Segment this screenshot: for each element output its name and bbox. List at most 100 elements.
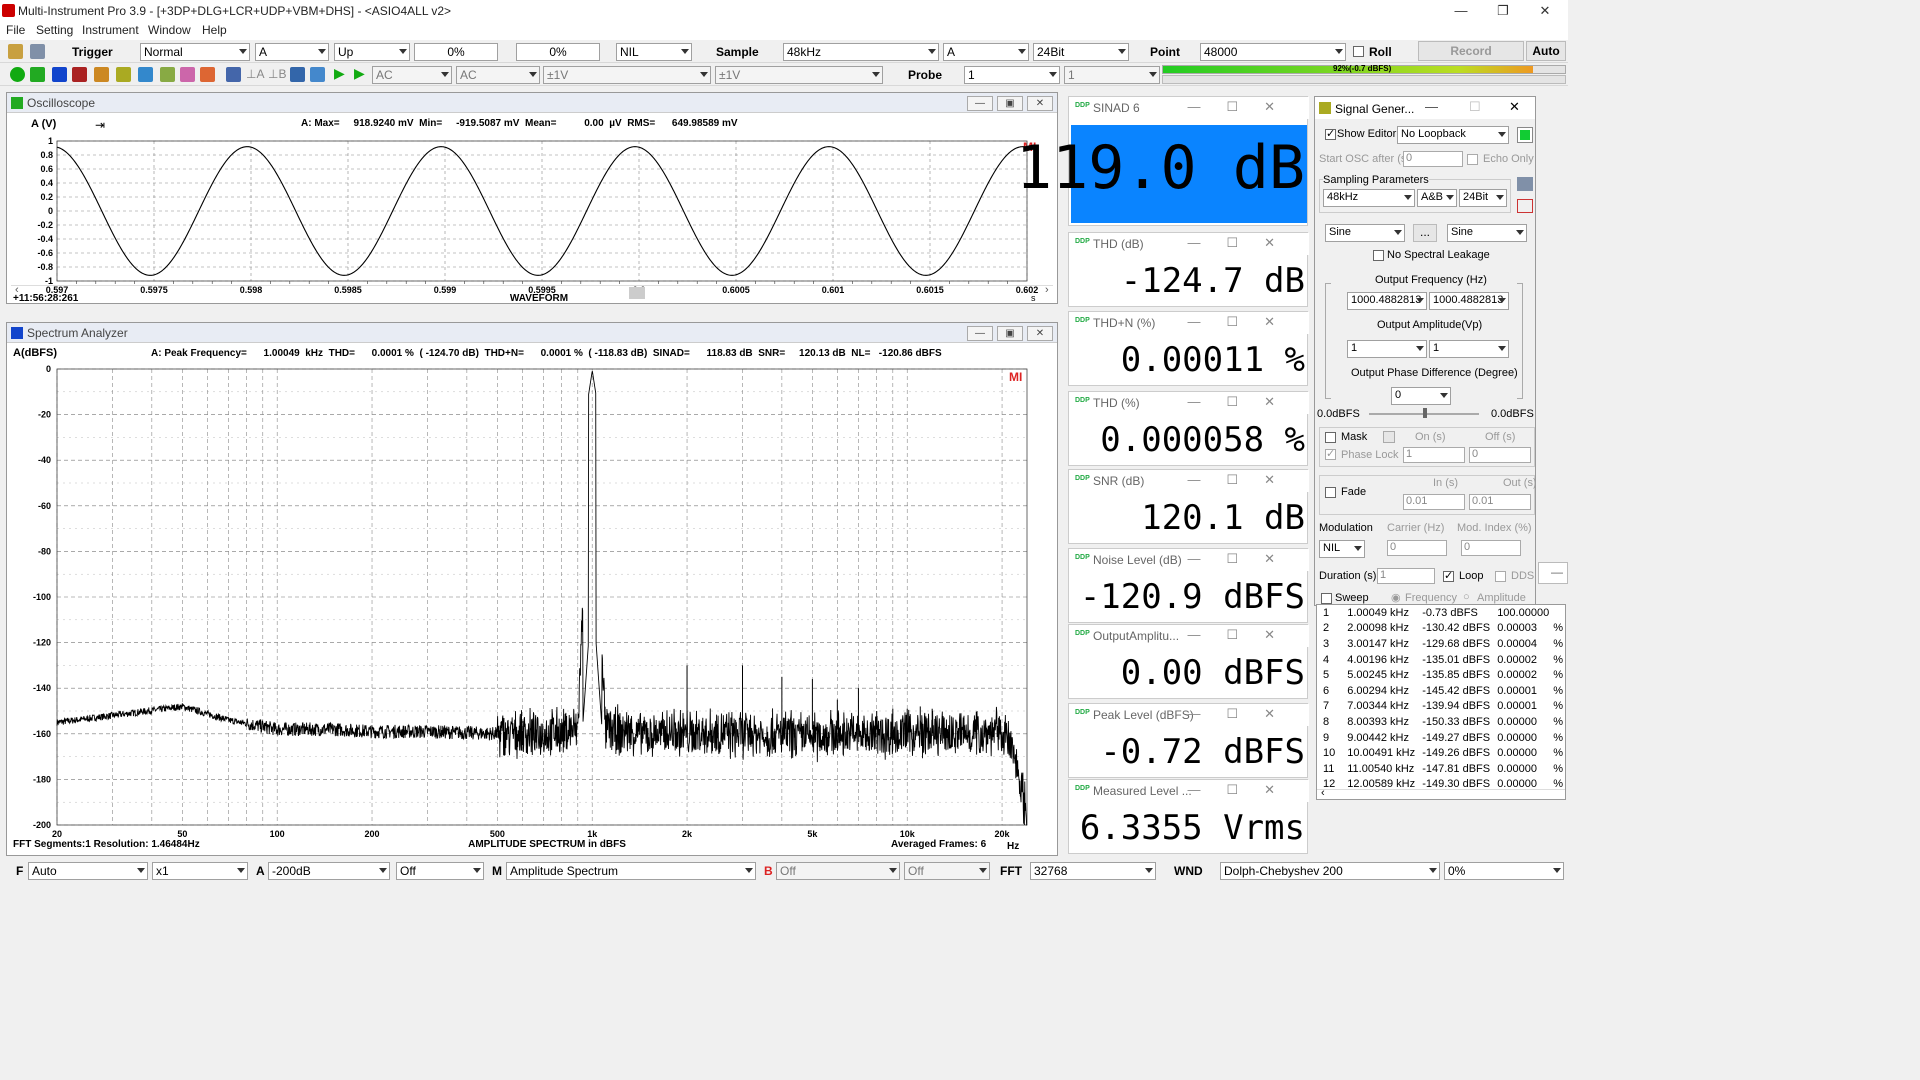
scroll-thumb[interactable] <box>629 287 645 299</box>
loopback-select[interactable]: No Loopback <box>1397 126 1509 144</box>
auto-button[interactable]: Auto <box>1526 41 1566 61</box>
points-select[interactable]: 48000 <box>1200 43 1346 61</box>
trigger-channel-select[interactable]: A <box>255 43 329 61</box>
harmonics-scrollbar[interactable]: ‹ <box>1317 787 1565 800</box>
probe-b-select[interactable]: 1 <box>1064 66 1160 84</box>
spectrogram-icon[interactable] <box>72 67 87 82</box>
siggen-save-icon[interactable] <box>1517 177 1533 191</box>
carrier-input[interactable]: 0 <box>1387 540 1447 556</box>
channel-a-icon[interactable]: ⊥A <box>246 67 264 81</box>
meter-window-controls[interactable]: —☐✕ <box>1187 627 1301 643</box>
roll-checkbox[interactable] <box>1353 46 1364 57</box>
amp-slider-b[interactable] <box>1517 283 1523 399</box>
sweep-checkbox[interactable] <box>1321 593 1332 604</box>
amplitude-range-select[interactable]: -200dB <box>268 862 390 880</box>
cursor-icon[interactable]: ⇥ <box>95 118 105 132</box>
sweep-amplitude-radio[interactable]: ○ <box>1463 591 1470 603</box>
speaker-icon[interactable] <box>310 67 325 82</box>
off-s-input[interactable]: 0 <box>1469 447 1531 463</box>
range-b-select[interactable]: ±1V <box>715 66 883 84</box>
fft-size-select[interactable]: 32768 <box>1030 862 1156 880</box>
spectrum-plot[interactable]: A(dBFS) A: Peak Frequency= 1.00049 kHz T… <box>7 343 1057 855</box>
amp-a-input[interactable]: 1 <box>1347 340 1427 358</box>
echo-only-checkbox[interactable] <box>1467 154 1478 165</box>
meter-window-controls[interactable]: —☐✕ <box>1187 394 1301 410</box>
minimize-icon[interactable]: — <box>967 96 993 111</box>
amp-b-input[interactable]: 1 <box>1429 340 1509 358</box>
coupling-b-select[interactable]: AC <box>456 66 540 84</box>
b-off-select[interactable]: Off <box>904 862 990 880</box>
amp-slider-a[interactable] <box>1325 283 1331 399</box>
start-icon[interactable] <box>10 67 25 82</box>
signal-generator-icon[interactable] <box>116 67 131 82</box>
bit-depth-select[interactable]: 24Bit <box>1033 43 1129 61</box>
table-row[interactable]: 3 3.00147 kHz -129.68 dBFS 0.00004% <box>1321 636 1565 652</box>
menu-window[interactable]: Window <box>148 23 191 37</box>
dds-checkbox[interactable] <box>1495 571 1506 582</box>
mask-editor-button[interactable] <box>1383 431 1395 443</box>
trigger-nil-select[interactable]: NIL <box>616 43 692 61</box>
frequency-axis-select[interactable]: Auto <box>28 862 148 880</box>
record-button[interactable]: Record <box>1418 41 1524 61</box>
phase-lock-checkbox[interactable] <box>1325 447 1336 460</box>
maximize-icon[interactable]: ▣ <box>997 326 1023 341</box>
siggen-start-button[interactable] <box>1517 127 1533 143</box>
duration-input[interactable]: 1 <box>1377 568 1435 584</box>
meter-window-controls[interactable]: —☐✕ <box>1187 472 1301 488</box>
meter-window-controls[interactable]: —☐✕ <box>1187 235 1301 251</box>
siggen-plot-icon[interactable] <box>1517 199 1533 213</box>
b-mode-select[interactable]: Off <box>776 862 900 880</box>
play-icon[interactable]: ▶ <box>334 65 345 82</box>
sample-channel-select[interactable]: A <box>943 43 1029 61</box>
probe-a-select[interactable]: 1 <box>964 66 1060 84</box>
range-a-select[interactable]: ±1V <box>543 66 711 84</box>
siggen-rate-select[interactable]: 48kHz <box>1323 189 1415 207</box>
table-row[interactable]: 6 6.00294 kHz -145.42 dBFS 0.00001% <box>1321 683 1565 699</box>
ddp-icon[interactable] <box>180 67 195 82</box>
fade-in-input[interactable]: 0.01 <box>1403 494 1465 510</box>
maximize-icon[interactable]: ❐ <box>1484 0 1522 22</box>
overlap-select[interactable]: 0% <box>1444 862 1564 880</box>
fade-checkbox[interactable] <box>1325 487 1336 498</box>
coupling-a-select[interactable]: AC <box>372 66 452 84</box>
meter-window-controls[interactable]: —☐✕ <box>1187 99 1301 115</box>
save-icon[interactable] <box>30 44 45 59</box>
mask-checkbox[interactable] <box>1325 432 1336 443</box>
mod-index-input[interactable]: 0 <box>1461 540 1521 556</box>
table-row[interactable]: 4 4.00196 kHz -135.01 dBFS 0.00002% <box>1321 652 1565 668</box>
meter-window-controls[interactable]: —☐✕ <box>1187 706 1301 722</box>
start-osc-input[interactable]: 0 <box>1403 151 1463 167</box>
trigger-edge-select[interactable]: Up <box>334 43 410 61</box>
close-icon[interactable]: ✕ <box>1027 326 1053 341</box>
modulation-select[interactable]: NIL <box>1319 540 1365 558</box>
table-row[interactable]: 11 11.00540 kHz -147.81 dBFS 0.00000% <box>1321 761 1565 777</box>
menu-help[interactable]: Help <box>202 23 227 37</box>
freq-a-input[interactable]: 1000.4882813 <box>1347 292 1427 310</box>
menu-instrument[interactable]: Instrument <box>82 23 139 37</box>
osc-scrollbar[interactable]: ‹ › <box>11 284 1053 299</box>
fade-out-input[interactable]: 0.01 <box>1469 494 1531 510</box>
show-editor-checkbox[interactable] <box>1325 127 1336 140</box>
calibration-icon[interactable] <box>226 67 241 82</box>
siggen-channel-select[interactable]: A&B <box>1417 189 1457 207</box>
maximize-icon[interactable]: ▣ <box>997 96 1023 111</box>
play-once-icon[interactable]: ▶ <box>354 65 365 82</box>
balance-slider[interactable] <box>1369 408 1479 418</box>
meter-window-controls[interactable]: —☐✕ <box>1187 551 1301 567</box>
mode-select[interactable]: Amplitude Spectrum <box>506 862 756 880</box>
sweep-frequency-radio[interactable]: ◉ <box>1391 591 1401 604</box>
wave-editor-button[interactable]: ... <box>1413 224 1437 242</box>
dso-icon[interactable] <box>138 67 153 82</box>
loop-checkbox[interactable] <box>1443 569 1454 582</box>
minimize-icon[interactable]: — <box>1425 99 1438 114</box>
table-row[interactable]: 5 5.00245 kHz -135.85 dBFS 0.00002% <box>1321 667 1565 683</box>
menu-file[interactable]: File <box>6 23 25 37</box>
oscilloscope-plot[interactable]: A (V) ⇥ A: Max= 918.9240 mV Min= -919.50… <box>7 113 1057 303</box>
table-row[interactable]: 8 8.00393 kHz -150.33 dBFS 0.00000% <box>1321 714 1565 730</box>
window-function-select[interactable]: Dolph-Chebyshev 200 <box>1220 862 1440 880</box>
minimize-icon[interactable]: — <box>967 326 993 341</box>
close-icon[interactable]: ✕ <box>1526 0 1564 22</box>
scroll-right-icon[interactable]: › <box>1045 284 1049 296</box>
no-leakage-checkbox[interactable] <box>1373 250 1384 261</box>
channel-b-icon[interactable]: ⊥B <box>268 67 286 81</box>
